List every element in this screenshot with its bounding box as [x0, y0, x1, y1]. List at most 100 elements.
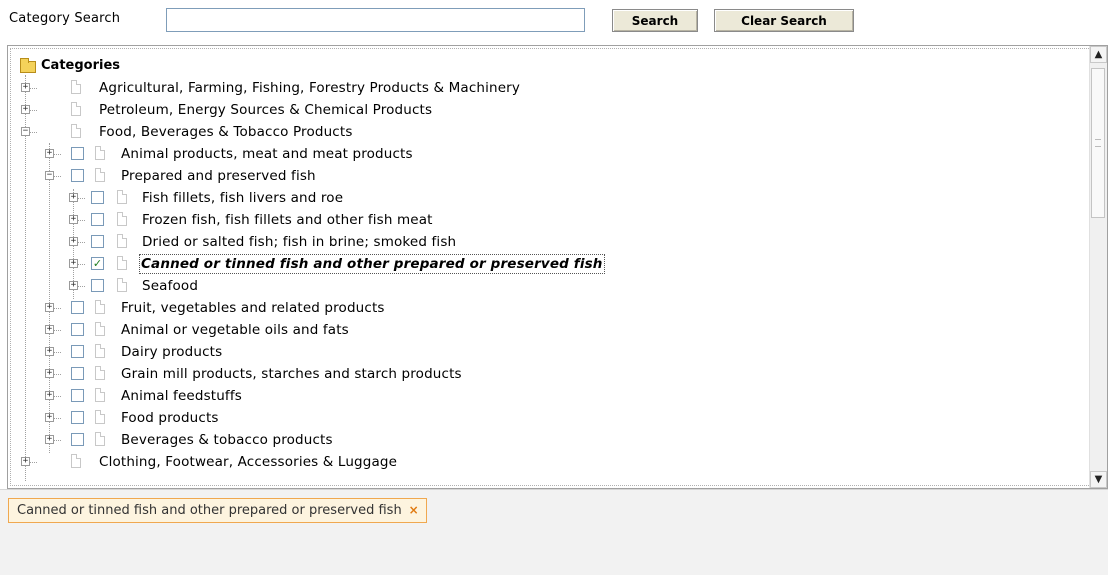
document-icon — [117, 256, 127, 270]
tree-connector — [78, 286, 85, 287]
tree-node[interactable]: + Dairy products — [11, 341, 711, 363]
scroll-up-icon[interactable]: ▲ — [1090, 46, 1107, 63]
tree-connector — [54, 374, 61, 375]
document-icon — [95, 432, 105, 446]
search-button[interactable]: Search — [612, 9, 698, 32]
tree-node[interactable]: + Animal products, meat and meat product… — [11, 143, 711, 165]
expand-icon[interactable]: + — [45, 391, 54, 400]
checkbox[interactable] — [71, 411, 84, 424]
document-icon — [95, 168, 105, 182]
category-search-input[interactable] — [166, 8, 585, 32]
document-icon — [95, 388, 105, 402]
tree-connector — [54, 330, 61, 331]
tree-connector — [54, 352, 61, 353]
expand-icon[interactable]: + — [69, 259, 78, 268]
checkbox-checked[interactable]: ✓ — [91, 257, 104, 270]
tree-node-label: Dairy products — [121, 344, 223, 360]
tree-node[interactable]: + Petroleum, Energy Sources & Chemical P… — [11, 99, 711, 121]
expand-icon[interactable]: + — [45, 413, 54, 422]
tree-node[interactable]: − Food, Beverages & Tobacco Products — [11, 121, 711, 143]
tree-node[interactable]: + Agricultural, Farming, Fishing, Forest… — [11, 77, 711, 99]
tree-node-label: Fruit, vegetables and related products — [121, 300, 385, 316]
tree-node[interactable]: + Fruit, vegetables and related products — [11, 297, 711, 319]
checkbox[interactable] — [71, 301, 84, 314]
expand-icon[interactable]: + — [69, 215, 78, 224]
expand-icon[interactable]: + — [69, 237, 78, 246]
tree-connector — [30, 88, 37, 89]
document-icon — [95, 344, 105, 358]
expand-icon[interactable]: + — [69, 281, 78, 290]
tree-connector — [54, 176, 61, 177]
checkbox[interactable] — [71, 169, 84, 182]
document-icon — [71, 102, 81, 116]
checkbox[interactable] — [91, 235, 104, 248]
close-icon[interactable]: × — [409, 499, 419, 522]
expand-icon[interactable]: + — [45, 303, 54, 312]
checkbox[interactable] — [71, 389, 84, 402]
scroll-down-icon[interactable]: ▼ — [1090, 471, 1107, 488]
tree-node-label: Beverages & tobacco products — [121, 432, 333, 448]
tree-connector — [30, 462, 37, 463]
document-icon — [95, 146, 105, 160]
checkbox[interactable] — [91, 191, 104, 204]
tree-node[interactable]: + Beverages & tobacco products — [11, 429, 711, 451]
tree-node[interactable]: + Frozen fish, fish fillets and other fi… — [11, 209, 771, 231]
collapse-icon[interactable]: − — [21, 127, 30, 136]
checkbox[interactable] — [71, 345, 84, 358]
expand-icon[interactable]: + — [21, 83, 30, 92]
document-icon — [71, 454, 81, 468]
checkbox[interactable] — [71, 433, 84, 446]
checkbox[interactable] — [71, 367, 84, 380]
expand-icon[interactable]: + — [45, 347, 54, 356]
tree-node[interactable]: + Clothing, Footwear, Accessories & Lugg… — [11, 451, 711, 473]
tree-connector — [30, 132, 37, 133]
tree-node[interactable]: + Animal feedstuffs — [11, 385, 711, 407]
tree-root[interactable]: Categories — [11, 55, 211, 77]
tree-node-label: Grain mill products, starches and starch… — [121, 366, 462, 382]
document-icon — [117, 190, 127, 204]
selected-category-label: Canned or tinned fish and other prepared… — [17, 503, 402, 518]
checkbox[interactable] — [71, 323, 84, 336]
checkbox[interactable] — [71, 147, 84, 160]
category-search-bar: Category Search Search Clear Search — [0, 0, 1108, 44]
grip-icon — [1095, 139, 1101, 147]
clear-search-button[interactable]: Clear Search — [714, 9, 854, 32]
tree-node-selected[interactable]: + ✓ Canned or tinned fish and other prep… — [11, 253, 791, 275]
tree-node-label: Clothing, Footwear, Accessories & Luggag… — [99, 454, 398, 470]
checkbox[interactable] — [91, 213, 104, 226]
expand-icon[interactable]: + — [45, 369, 54, 378]
tree-node-label: Seafood — [142, 278, 199, 294]
tree-node[interactable]: + Seafood — [11, 275, 771, 297]
document-icon — [95, 322, 105, 336]
tree-node[interactable]: + Dried or salted fish; fish in brine; s… — [11, 231, 771, 253]
expand-icon[interactable]: + — [21, 457, 30, 466]
expand-icon[interactable]: + — [69, 193, 78, 202]
tree-node-label: Animal products, meat and meat products — [121, 146, 413, 162]
expand-icon[interactable]: + — [21, 105, 30, 114]
tree-node-label: Dried or salted fish; fish in brine; smo… — [142, 234, 457, 250]
expand-icon[interactable]: + — [45, 435, 54, 444]
document-icon — [95, 366, 105, 380]
tree-node[interactable]: + Fish fillets, fish livers and roe — [11, 187, 771, 209]
collapse-icon[interactable]: − — [45, 171, 54, 180]
tree-node[interactable]: + Grain mill products, starches and star… — [11, 363, 711, 385]
tree-node[interactable]: − Prepared and preserved fish — [11, 165, 711, 187]
tree-node[interactable]: + Animal or vegetable oils and fats — [11, 319, 711, 341]
tree-node[interactable]: + Food products — [11, 407, 711, 429]
selected-category-tag: Canned or tinned fish and other prepared… — [8, 498, 427, 523]
expand-icon[interactable]: + — [45, 325, 54, 334]
document-icon — [117, 212, 127, 226]
tree-root-label: Categories — [41, 58, 121, 73]
expand-icon[interactable]: + — [45, 149, 54, 158]
checkbox[interactable] — [91, 279, 104, 292]
document-icon — [71, 124, 81, 138]
tree-node-label: Animal feedstuffs — [121, 388, 242, 404]
tree-node-label: Canned or tinned fish and other prepared… — [139, 254, 605, 274]
tree-scrollbar[interactable]: ▲ ▼ — [1089, 46, 1107, 488]
tree-connector — [54, 418, 61, 419]
tree-node-label: Food products — [121, 410, 219, 426]
document-icon — [71, 80, 81, 94]
tree-node-label: Agricultural, Farming, Fishing, Forestry… — [99, 80, 521, 96]
tree-node-label: Petroleum, Energy Sources & Chemical Pro… — [99, 102, 433, 118]
scrollbar-thumb[interactable] — [1091, 68, 1105, 218]
